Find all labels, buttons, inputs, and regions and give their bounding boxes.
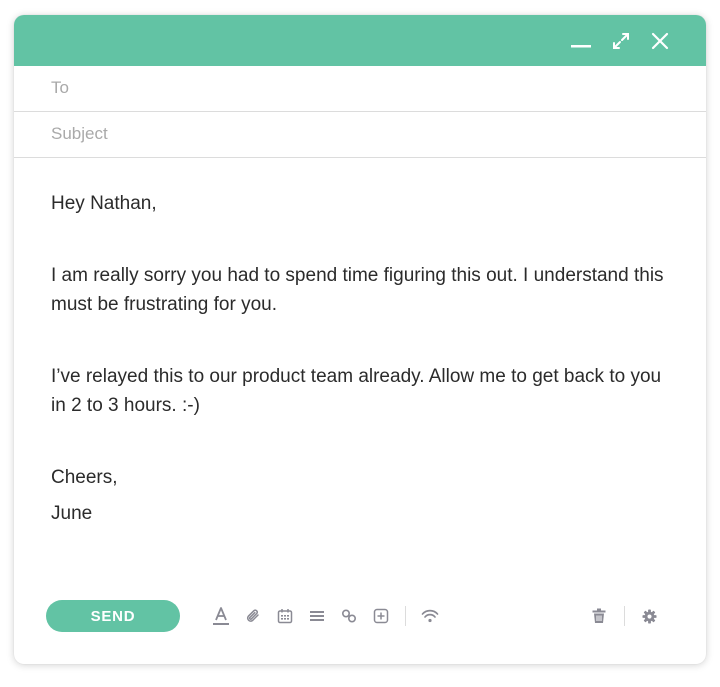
maximize-icon xyxy=(613,33,629,49)
discard-button[interactable] xyxy=(588,605,610,627)
to-input[interactable] xyxy=(51,66,671,110)
calendar-icon xyxy=(277,609,293,624)
list-button[interactable] xyxy=(306,605,328,627)
signal-icon xyxy=(421,609,439,623)
message-signature: June xyxy=(51,503,93,524)
compose-window: Hey Nathan, I am really sorry you had to… xyxy=(14,15,706,664)
maximize-button[interactable] xyxy=(608,28,634,54)
link-icon xyxy=(341,609,357,623)
message-body[interactable]: Hey Nathan, I am really sorry you had to… xyxy=(51,189,681,528)
message-paragraph: I’ve relayed this to our product team al… xyxy=(51,366,662,416)
trash-icon xyxy=(592,608,606,623)
attach-button[interactable] xyxy=(242,605,264,627)
signal-button[interactable] xyxy=(419,605,441,627)
title-bar[interactable] xyxy=(14,15,706,66)
subject-field-row xyxy=(14,112,706,158)
toolbar-divider xyxy=(405,606,406,626)
subject-input[interactable] xyxy=(51,112,671,156)
text-format-button[interactable] xyxy=(210,605,232,627)
insert-icon xyxy=(373,608,389,624)
schedule-button[interactable] xyxy=(274,605,296,627)
close-button[interactable] xyxy=(647,28,673,54)
close-icon xyxy=(651,32,669,50)
message-greeting: Hey Nathan, xyxy=(51,193,157,214)
message-paragraph: I am really sorry you had to spend time … xyxy=(51,265,664,315)
compose-toolbar: SEND xyxy=(14,599,706,633)
text-format-icon xyxy=(213,607,229,625)
settings-button[interactable] xyxy=(638,605,660,627)
attachment-icon xyxy=(246,609,259,622)
toolbar-divider xyxy=(624,606,625,626)
list-icon xyxy=(310,611,324,621)
minimize-icon xyxy=(571,45,591,48)
gear-icon xyxy=(641,608,657,624)
link-button[interactable] xyxy=(338,605,360,627)
minimize-button[interactable] xyxy=(568,28,594,54)
insert-button[interactable] xyxy=(370,605,392,627)
to-field-row xyxy=(14,66,706,112)
message-signoff: Cheers, xyxy=(51,467,118,488)
send-button[interactable]: SEND xyxy=(46,600,180,632)
